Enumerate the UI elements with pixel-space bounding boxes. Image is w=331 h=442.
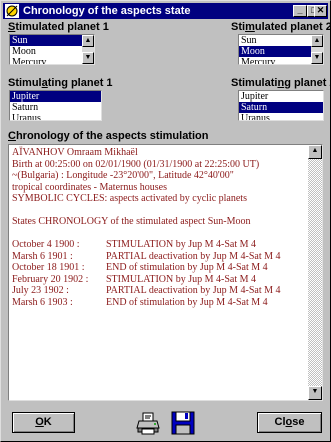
event-row: Marsh 6 1901 : PARTIAL deactivation by Ju… bbox=[12, 251, 306, 263]
scroll-up-button[interactable]: ▲ bbox=[82, 35, 94, 47]
scroll-up-button[interactable]: ▲ bbox=[311, 35, 323, 47]
close-button[interactable]: Close bbox=[257, 412, 322, 433]
stimulated-planet-1-list[interactable]: Sun Moon Mercury ▲ ▼ bbox=[9, 34, 95, 65]
text-line: ~(Bulgaria) : Longitude -23°20'00", Lati… bbox=[12, 170, 234, 181]
event-date: July 23 1902 : bbox=[12, 285, 69, 296]
text-line: AÏVANHOV Omraam Mikhaël bbox=[12, 147, 138, 158]
stimulating-planet-2-label: Stimulating planet 2 bbox=[231, 77, 331, 89]
event-description: END of stimulation by Jup M 4-Sat M 4 bbox=[106, 262, 268, 273]
stimulating-planet-1-list[interactable]: Jupiter Saturn Uranus bbox=[9, 90, 102, 121]
scroll-down-button[interactable]: ▼ bbox=[311, 52, 323, 64]
title-bar[interactable]: Chronology of the aspects state _ □ ✕ bbox=[3, 3, 328, 19]
text-line: SYMBOLIC CYCLES: aspects activated by cy… bbox=[12, 193, 247, 204]
list-item[interactable]: Saturn bbox=[239, 102, 323, 113]
event-row: October 18 1901 : END of stimulation by J… bbox=[12, 262, 306, 274]
list-scrollbar[interactable]: ▲ ▼ bbox=[311, 35, 323, 64]
event-date: Marsh 6 1901 : bbox=[12, 250, 73, 262]
scroll-down-button[interactable]: ▼ bbox=[308, 386, 322, 400]
event-description: STIMULATION by Jup M 4-Sat M 4 bbox=[106, 273, 256, 285]
event-date: October 18 1901 : bbox=[12, 262, 85, 273]
chronology-window: Chronology of the aspects state _ □ ✕ St… bbox=[0, 0, 331, 442]
scroll-down-button[interactable]: ▼ bbox=[82, 52, 94, 64]
event-row: February 20 1902 : STIMULATION by Jup M 4… bbox=[12, 274, 306, 286]
text-line bbox=[12, 205, 306, 217]
event-row: July 23 1902 : PARTIAL deactivation by Ju… bbox=[12, 285, 306, 297]
event-row: Marsh 6 1903 : END of stimulation by Jup … bbox=[12, 297, 306, 309]
app-icon bbox=[5, 4, 19, 18]
minimize-button[interactable]: _ bbox=[293, 5, 307, 17]
minimize-icon: _ bbox=[297, 5, 303, 15]
list-item[interactable]: Uranus bbox=[239, 113, 323, 120]
event-date: Marsh 6 1903 : bbox=[12, 296, 73, 308]
list-scrollbar[interactable]: ▲ ▼ bbox=[82, 35, 94, 64]
text-line bbox=[12, 228, 306, 240]
stimulating-planet-1-label: Stimulating planet 1 bbox=[8, 77, 113, 89]
stimulating-planet-2-list[interactable]: Jupiter Saturn Uranus bbox=[238, 90, 324, 121]
event-description: END of stimulation by Jup M 4-Sat M 4 bbox=[106, 296, 268, 308]
close-icon: ✕ bbox=[316, 5, 325, 15]
text-line: States CHRONOLOGY of the stimulated aspe… bbox=[12, 216, 251, 227]
stimulated-planet-2-list[interactable]: Sun Moon Mercury ▲ ▼ bbox=[238, 34, 324, 65]
text-line: tropical coordinates - Maternus houses bbox=[12, 181, 167, 193]
close-window-button[interactable]: ✕ bbox=[314, 5, 327, 17]
printer-icon[interactable] bbox=[136, 411, 160, 435]
list-item[interactable]: Saturn bbox=[10, 102, 101, 113]
chronology-content: AÏVANHOV Omraam Mikhaël Birth at 00:25:0… bbox=[12, 147, 306, 308]
chronology-label: Chronology of the aspects stimulation bbox=[8, 130, 209, 142]
event-description: PARTIAL deactivation by Jup M 4-Sat M 4 bbox=[106, 285, 281, 296]
ok-button[interactable]: OK bbox=[12, 412, 75, 433]
event-date: February 20 1902 : bbox=[12, 273, 89, 285]
window-title: Chronology of the aspects state bbox=[23, 5, 191, 17]
scroll-up-button[interactable]: ▲ bbox=[308, 145, 322, 159]
stimulated-planet-2-label: Stimulated planet 2 bbox=[231, 21, 331, 33]
event-date: October 4 1900 : bbox=[12, 239, 80, 250]
list-item[interactable]: Jupiter bbox=[10, 91, 101, 102]
stimulated-planet-1-label: Stimulated planet 1 bbox=[8, 21, 109, 33]
event-description: STIMULATION by Jup M 4-Sat M 4 bbox=[106, 239, 256, 250]
memo-scrollbar[interactable]: ▲ ▼ bbox=[308, 145, 322, 400]
floppy-disk-icon[interactable] bbox=[171, 411, 195, 435]
list-item[interactable]: Uranus bbox=[10, 113, 101, 120]
list-item[interactable]: Jupiter bbox=[239, 91, 323, 102]
text-line: Birth at 00:25:00 on 02/01/1900 (01/31/1… bbox=[12, 158, 260, 170]
event-row: October 4 1900 : STIMULATION by Jup M 4-S… bbox=[12, 239, 306, 251]
event-description: PARTIAL deactivation by Jup M 4-Sat M 4 bbox=[106, 250, 281, 262]
chronology-text-area[interactable]: AÏVANHOV Omraam Mikhaël Birth at 00:25:0… bbox=[8, 144, 323, 401]
